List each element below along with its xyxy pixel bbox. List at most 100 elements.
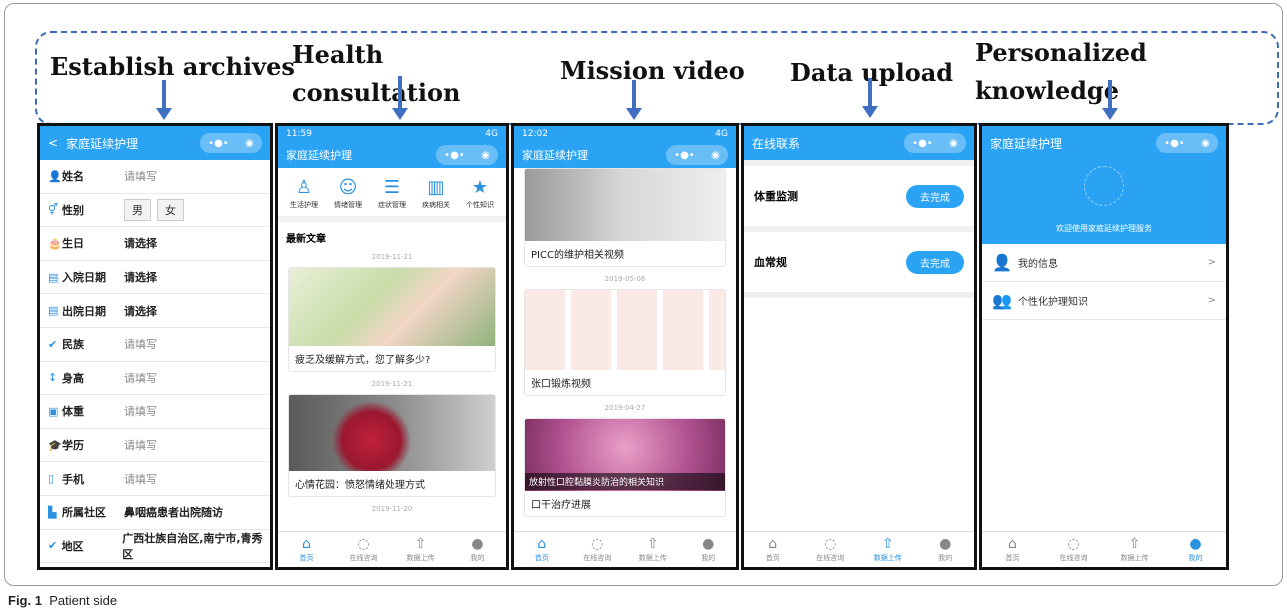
field-value[interactable]: 请填写 [124, 403, 157, 419]
article-date: 2019-11-20 [371, 505, 413, 513]
video-card[interactable]: 放射性口腔黏膜炎防治的相关知识 口干治疗进展 [524, 418, 726, 517]
field-label: 学历 [62, 439, 84, 453]
target-icon[interactable]: ◉ [1201, 138, 1210, 149]
capsule-menu[interactable]: •●• ◉ [200, 133, 262, 153]
gender-female-option[interactable]: 女 [157, 198, 184, 221]
target-icon[interactable]: ◉ [949, 138, 958, 149]
target-icon[interactable]: ◉ [711, 150, 720, 161]
status-time: 12:02 [522, 129, 548, 139]
form-row[interactable]: ↕ 身高 请填写 [40, 362, 270, 396]
form-row[interactable]: ▙ 所属社区 鼻咽癌患者出院随访 [40, 496, 270, 530]
quick-link[interactable]: ☺ 情绪管理 [334, 176, 362, 210]
capsule-menu[interactable]: •●• ◉ [436, 145, 498, 165]
quick-link[interactable]: ☰ 症状管理 [378, 176, 406, 210]
field-value[interactable]: 鼻咽癌患者出院随访 [124, 504, 223, 520]
field-value[interactable]: 请填写 [124, 168, 157, 184]
tab-home[interactable]: ⌂ 首页 [514, 532, 570, 567]
video-title: 张口锻炼视频 [531, 379, 591, 390]
tab-chat[interactable]: ◌ 在线咨询 [802, 532, 860, 567]
video-card[interactable]: 张口锻炼视频 [524, 289, 726, 396]
field-label: 生日 [62, 237, 84, 251]
quick-link-icon: ★ [471, 177, 489, 198]
tab-chat[interactable]: ◌ 在线咨询 [335, 532, 392, 567]
caption-label: Fig. 1 [8, 593, 42, 608]
form-row[interactable]: ▣ 体重 请填写 [40, 395, 270, 429]
target-icon[interactable]: ◉ [481, 150, 490, 161]
video-thumbnail [525, 290, 725, 370]
video-card[interactable]: PICC的维护相关视频 [524, 168, 726, 267]
quick-link-label: 情绪管理 [334, 201, 362, 209]
form-row[interactable]: ✔ 民族 请填写 [40, 328, 270, 362]
more-icon[interactable]: •●• [1164, 138, 1185, 149]
header-title: 家庭延续护理 [522, 149, 588, 162]
complete-button[interactable]: 去完成 [906, 250, 964, 274]
menu-label: 我的信息 [1018, 259, 1058, 270]
screen-establish-archives: < 家庭延续护理 •●• ◉ 👤 姓名 请填写 ⚥ 性别男女 🎂 生日 请选择 ▤ 入院日期 请选择 ▤… [37, 123, 273, 570]
arrow-2 [392, 76, 408, 120]
capsule-menu[interactable]: •●• ◉ [1156, 133, 1218, 153]
video-date: 2019-04-27 [604, 404, 646, 412]
field-value[interactable]: 请填写 [124, 336, 157, 352]
field-label: 姓名 [62, 170, 84, 184]
form-row[interactable]: ▤ 入院日期 请选择 [40, 261, 270, 295]
field-value[interactable]: 广西壮族自治区,南宁市,青秀区 [122, 530, 270, 562]
menu-item[interactable]: 👥 个性化护理知识 > [982, 282, 1226, 320]
field-icon: ↕ [48, 371, 58, 385]
tab-home[interactable]: ⌂ 首页 [982, 532, 1043, 567]
quick-link[interactable]: ★ 个性知识 [466, 176, 494, 210]
form-row[interactable]: ▯ 手机 请填写 [40, 462, 270, 496]
tab-upload[interactable]: ⇧ 数据上传 [859, 532, 917, 567]
tab-user[interactable]: ● 我的 [681, 532, 737, 567]
article-card[interactable]: 疲乏及缓解方式，您了解多少? [288, 267, 496, 372]
form-row[interactable]: ✔ 地区 广西壮族自治区,南宁市,青秀区 [40, 530, 270, 564]
tab-label: 数据上传 [406, 554, 435, 562]
complete-button[interactable]: 去完成 [906, 184, 964, 208]
tab-upload[interactable]: ⇧ 数据上传 [625, 532, 681, 567]
capsule-menu[interactable]: •●• ◉ [666, 145, 728, 165]
menu-icon: 👤 [992, 253, 1012, 272]
quick-link-icon: ▥ [427, 177, 445, 198]
field-value[interactable]: 请选择 [124, 303, 157, 319]
menu-item[interactable]: 👤 我的信息 > [982, 244, 1226, 282]
tab-home[interactable]: ⌂ 首页 [744, 532, 802, 567]
tab-label: 首页 [534, 554, 549, 562]
more-icon[interactable]: •●• [912, 138, 933, 149]
field-value[interactable]: 请填写 [124, 471, 157, 487]
article-card[interactable]: 心情花园：愤怒情绪处理方式 [288, 394, 496, 497]
more-icon[interactable]: •●• [208, 138, 229, 149]
field-value[interactable]: 请填写 [124, 437, 157, 453]
screen-data-upload: 在线联系 •●• ◉ 体重监测 去完成 血常规 去完成 ⌂ 首页 ◌ 在线咨询 ⇧ 数据上传 ● 我的 [741, 123, 977, 570]
label-establish-archives: Establish archives [50, 52, 295, 81]
tab-upload[interactable]: ⇧ 数据上传 [1104, 532, 1165, 567]
tab-user[interactable]: ● 我的 [449, 532, 506, 567]
tab-home[interactable]: ⌂ 首页 [278, 532, 335, 567]
form-row[interactable]: 🎂 生日 请选择 [40, 227, 270, 261]
form-row[interactable]: ⚥ 性别 男女 [40, 194, 270, 228]
field-value[interactable]: 请选择 [124, 269, 157, 285]
form-row[interactable]: 👤 姓名 请填写 [40, 160, 270, 194]
tab-user[interactable]: ● 我的 [1165, 532, 1226, 567]
form-row[interactable]: 🎓 学历 请填写 [40, 429, 270, 463]
more-icon[interactable]: •●• [674, 150, 695, 161]
form-row[interactable]: ▤ 出院日期 请选择 [40, 294, 270, 328]
tab-bar: ⌂ 首页 ◌ 在线咨询 ⇧ 数据上传 ● 我的 [982, 531, 1226, 567]
capsule-menu[interactable]: •●• ◉ [904, 133, 966, 153]
back-icon[interactable]: < [48, 136, 58, 150]
gender-male-option[interactable]: 男 [124, 198, 151, 221]
quick-link[interactable]: ▥ 疾病相关 [422, 176, 450, 210]
quick-link[interactable]: ♙ 生活护理 [290, 176, 318, 210]
more-icon[interactable]: •●• [444, 150, 465, 161]
gender-options: 男女 [124, 198, 190, 221]
tab-chat[interactable]: ◌ 在线咨询 [1043, 532, 1104, 567]
target-icon[interactable]: ◉ [245, 138, 254, 149]
field-value[interactable]: 请填写 [124, 370, 157, 386]
tab-chat[interactable]: ◌ 在线咨询 [570, 532, 626, 567]
field-value[interactable]: 请选择 [124, 235, 157, 251]
header: 家庭延续护理 •●• ◉ [278, 142, 506, 168]
tab-upload[interactable]: ⇧ 数据上传 [392, 532, 449, 567]
tab-user[interactable]: ● 我的 [917, 532, 975, 567]
field-icon: ▤ [48, 270, 59, 284]
menu-icon: 👥 [992, 291, 1012, 310]
video-thumbnail [525, 169, 725, 241]
header-title: 家庭延续护理 [286, 149, 352, 162]
